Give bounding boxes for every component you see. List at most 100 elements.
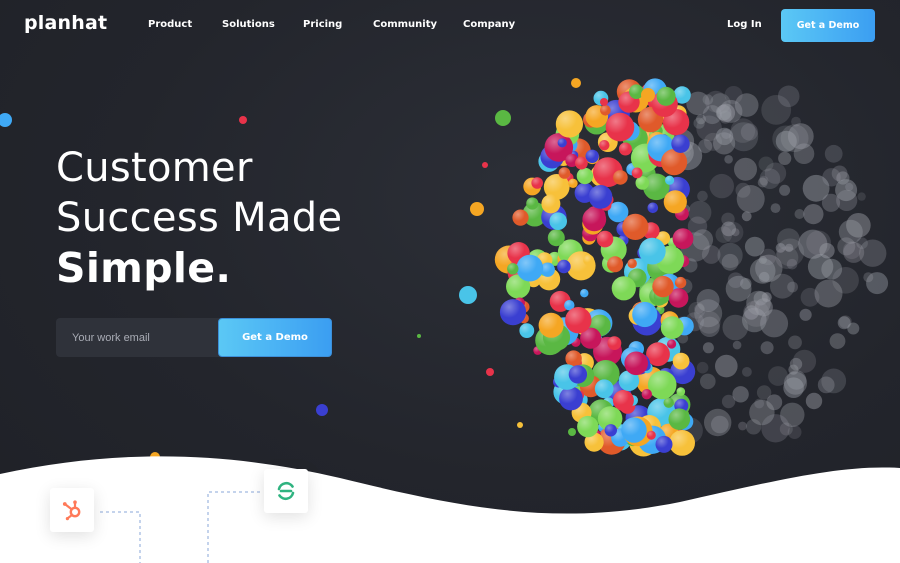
bubble-shine bbox=[588, 185, 613, 209]
nav-pricing[interactable]: Pricing bbox=[303, 19, 373, 30]
ghost-bubble bbox=[732, 340, 742, 350]
bubble-shine bbox=[611, 276, 636, 301]
ghost-bubble bbox=[775, 246, 799, 269]
ghost-bubble bbox=[713, 132, 736, 155]
bubble-shine bbox=[582, 207, 607, 232]
bubble-shine bbox=[656, 86, 676, 106]
bubble-shine bbox=[499, 299, 527, 326]
bubble-shine bbox=[665, 175, 675, 185]
ghost-bubble bbox=[799, 308, 812, 321]
floating-bubble bbox=[239, 116, 247, 124]
bubble-shine bbox=[557, 138, 567, 148]
bubble-shine bbox=[647, 370, 677, 400]
bubble-shine bbox=[632, 301, 658, 328]
ghost-bubble bbox=[734, 157, 757, 181]
bubble-shine bbox=[580, 289, 589, 298]
ghost-bubble bbox=[824, 144, 843, 163]
bubble-shine bbox=[631, 167, 643, 179]
ghost-bubble bbox=[760, 341, 774, 355]
ghost-bubble bbox=[770, 273, 795, 299]
bubble-shine bbox=[555, 110, 584, 138]
bubble-shine bbox=[638, 237, 666, 265]
bubble-shine bbox=[596, 230, 614, 248]
sync-card bbox=[264, 469, 308, 513]
ghost-bubble bbox=[847, 322, 860, 335]
bubble-shine bbox=[531, 177, 543, 189]
get-demo-nav-button[interactable]: Get a Demo bbox=[781, 9, 875, 42]
hubspot-card bbox=[50, 488, 94, 532]
ghost-bubble bbox=[749, 258, 776, 284]
bubble-shine bbox=[627, 258, 637, 269]
bubble-shine bbox=[605, 112, 635, 142]
bubble-shine bbox=[667, 339, 677, 349]
bubble-shine bbox=[612, 389, 634, 411]
bubble-shine bbox=[558, 167, 571, 179]
bubble-shine bbox=[624, 351, 648, 376]
ghost-bubble bbox=[698, 139, 713, 154]
ghost-bubble bbox=[806, 230, 831, 256]
nav-solutions[interactable]: Solutions bbox=[222, 19, 303, 30]
bubble-shine bbox=[663, 190, 687, 214]
bubble-shine bbox=[526, 197, 539, 210]
ghost-bubble bbox=[788, 335, 802, 350]
ghost-bubble bbox=[742, 367, 752, 377]
nav-product[interactable]: Product bbox=[148, 19, 222, 30]
wave-divider bbox=[0, 456, 900, 563]
login-link[interactable]: Log In bbox=[727, 19, 762, 30]
bubble-shine bbox=[565, 307, 592, 334]
headline-line-1: Customer bbox=[56, 145, 253, 191]
bubble-shine bbox=[583, 254, 595, 266]
top-nav: planhat Product Solutions Pricing Commun… bbox=[0, 0, 900, 52]
bubble-shine bbox=[516, 254, 544, 282]
email-input[interactable] bbox=[72, 331, 212, 344]
bubble-shine bbox=[576, 167, 594, 185]
nav-community[interactable]: Community bbox=[373, 19, 463, 30]
ghost-bubble bbox=[829, 333, 846, 349]
floating-bubble bbox=[459, 286, 477, 304]
hero-headline: Customer Success Made Simple. bbox=[56, 143, 342, 293]
ghost-bubble bbox=[715, 354, 738, 378]
bubble-shine bbox=[622, 213, 649, 240]
floating-bubble bbox=[641, 88, 655, 102]
get-demo-hero-button[interactable]: Get a Demo bbox=[218, 318, 332, 357]
ghost-bubble bbox=[722, 314, 749, 341]
ghost-bubble bbox=[856, 237, 868, 249]
ghost-bubble bbox=[734, 93, 759, 117]
floating-bubble bbox=[470, 202, 484, 216]
nav-company[interactable]: Company bbox=[463, 19, 543, 30]
planhat-logo[interactable]: planhat bbox=[24, 12, 107, 34]
ghost-bubble bbox=[805, 392, 823, 410]
ghost-bubble bbox=[817, 376, 835, 394]
floating-bubble bbox=[417, 334, 421, 338]
ghost-bubble bbox=[821, 258, 843, 280]
ghost-bubble bbox=[709, 93, 731, 114]
bubble-shine bbox=[507, 263, 519, 275]
ghost-bubble bbox=[688, 200, 712, 224]
bubble-shine bbox=[568, 365, 588, 384]
floating-bubble bbox=[316, 404, 328, 416]
floating-bubble bbox=[0, 113, 12, 127]
ghost-bubble bbox=[709, 173, 734, 199]
floating-bubble bbox=[517, 422, 523, 428]
bubble-shine bbox=[607, 256, 624, 273]
ghost-bubble bbox=[803, 204, 824, 225]
bubble-shine bbox=[547, 229, 565, 247]
ghost-bubble bbox=[756, 385, 772, 400]
ghost-bubble bbox=[732, 386, 749, 403]
bubble-shine bbox=[519, 323, 535, 338]
ghost-bubble bbox=[787, 123, 814, 150]
sync-icon bbox=[277, 481, 295, 501]
ghost-bubble bbox=[778, 151, 792, 165]
bubble-shine bbox=[549, 212, 567, 230]
bubble-shine bbox=[661, 149, 688, 176]
ghost-bubble bbox=[835, 179, 858, 202]
bubble-shine bbox=[647, 202, 659, 214]
floating-bubble bbox=[486, 368, 494, 376]
ghost-bubble bbox=[792, 349, 817, 373]
bubble-shine bbox=[660, 316, 684, 339]
bubble-shine bbox=[672, 352, 690, 370]
hubspot-icon bbox=[62, 500, 81, 521]
floating-bubble bbox=[482, 162, 488, 168]
ghost-bubble bbox=[696, 361, 709, 374]
floating-bubble bbox=[571, 78, 581, 88]
